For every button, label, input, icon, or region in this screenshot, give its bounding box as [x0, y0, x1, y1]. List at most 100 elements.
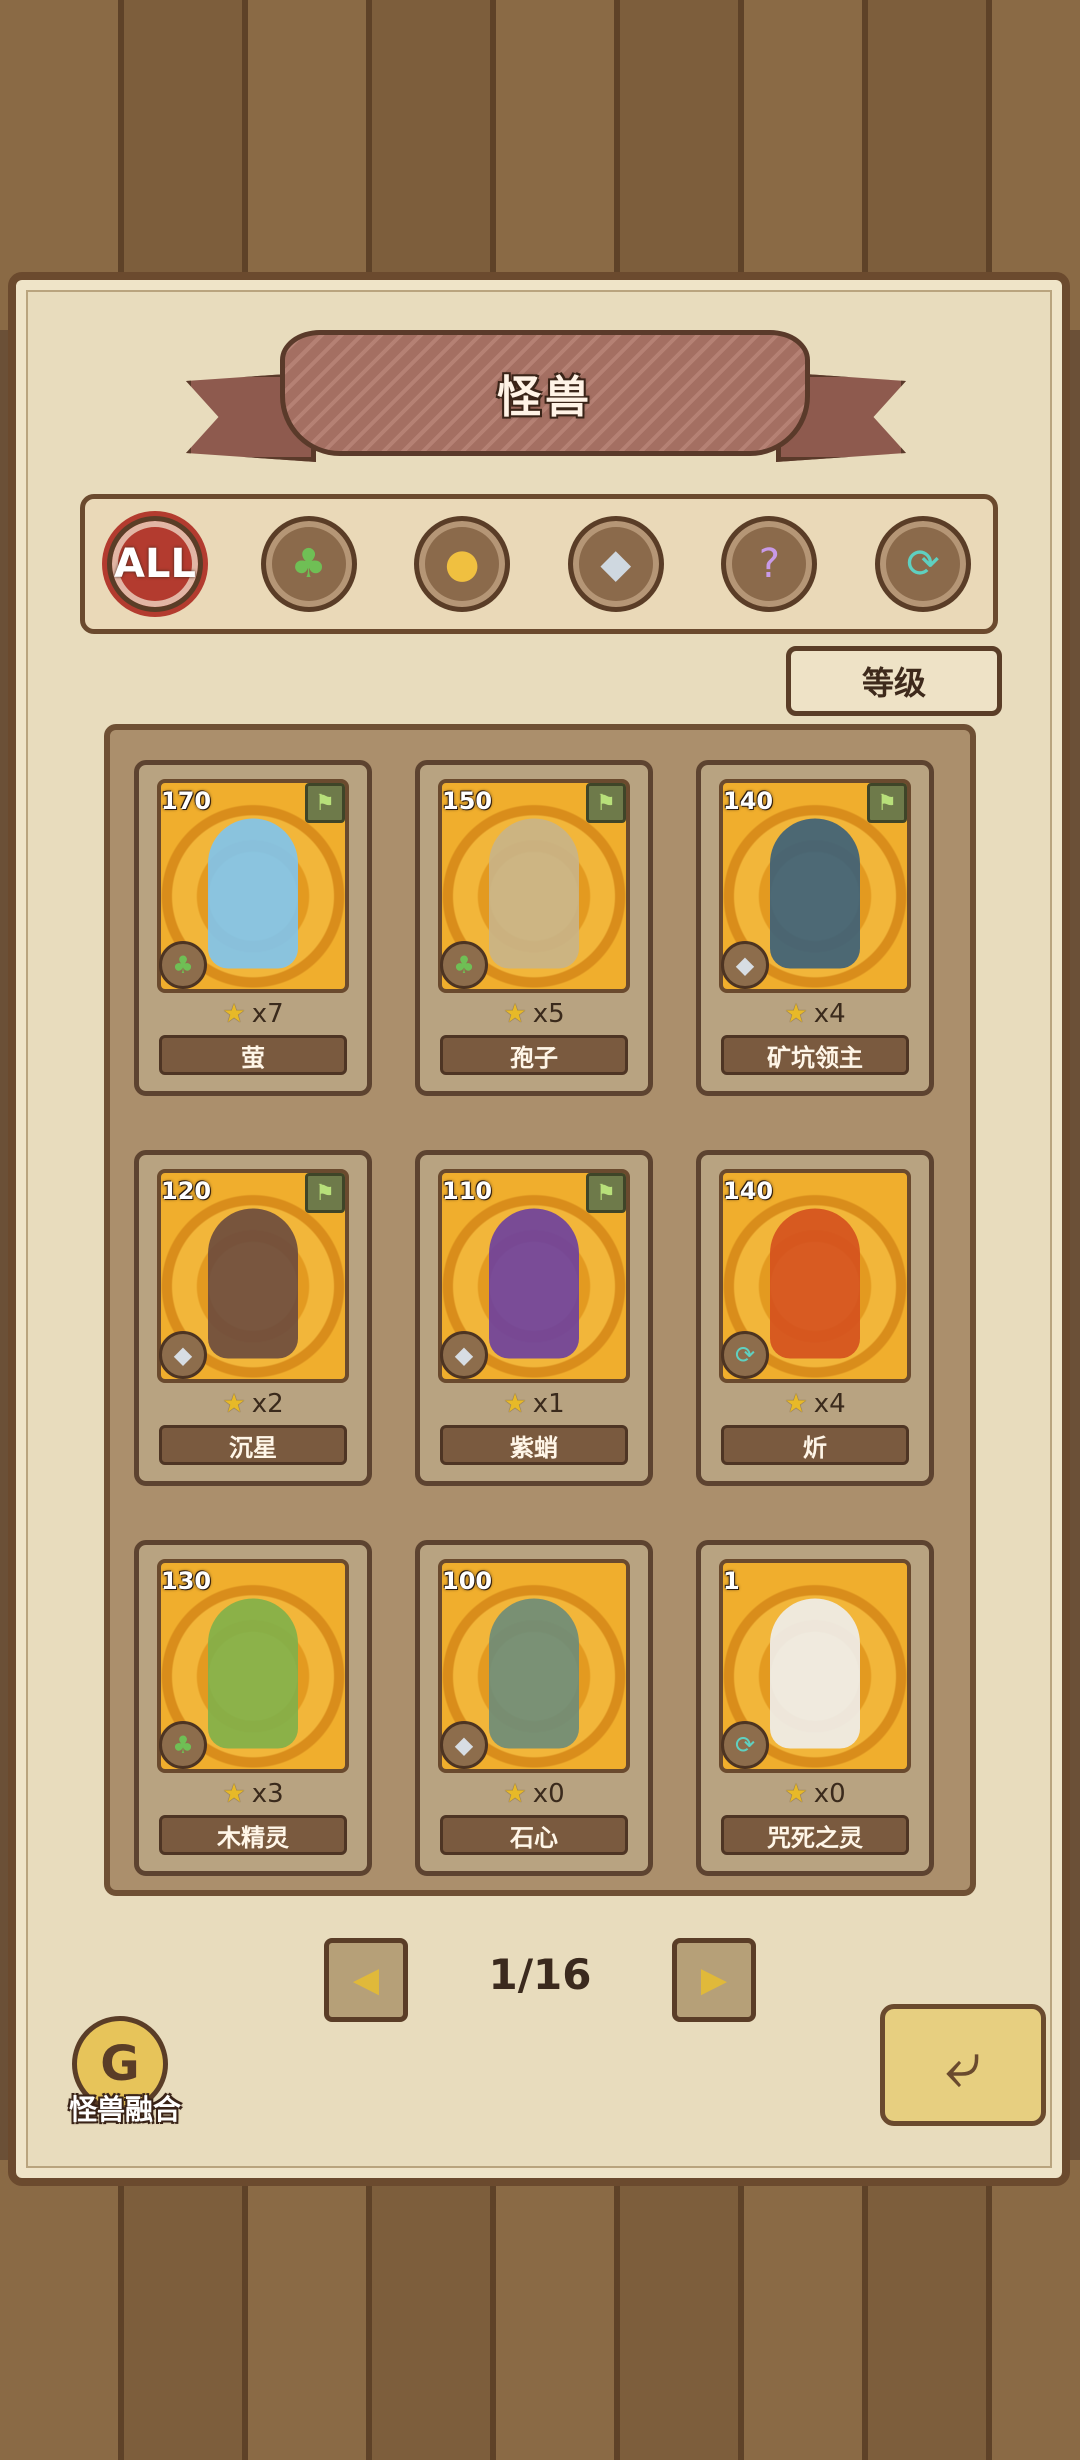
star-icon: ★: [784, 1389, 808, 1419]
leaf-icon: ♣: [290, 541, 327, 587]
filter-all-button[interactable]: ALL: [107, 516, 203, 612]
monster-card[interactable]: 140 ⟳ ★ x4 炘: [696, 1150, 934, 1486]
spiral-icon: ⟳: [721, 1331, 769, 1379]
monster-card[interactable]: 100 ◆ ★ x0 石心: [415, 1540, 653, 1876]
leaf-icon: ♣: [159, 1721, 207, 1769]
monster-name: 炘: [721, 1425, 909, 1465]
prev-page-button[interactable]: ◀: [324, 1938, 408, 2022]
return-arrow-icon: ⤶: [945, 2028, 981, 2102]
filter-bar: ALL ♣ ● ◆ ? ⟳: [80, 494, 998, 634]
monster-figure: [489, 818, 579, 969]
monster-card[interactable]: 120 ⚑ ◆ ★ x2 沉星: [134, 1150, 372, 1486]
fusion-button[interactable]: G 怪兽融合: [50, 2016, 200, 2126]
wood-background-bottom: [0, 2160, 1080, 2460]
monster-card[interactable]: 170 ⚑ ♣ ★ x7 萤: [134, 760, 372, 1096]
paw-icon: ●: [444, 541, 480, 587]
monster-level: 130: [161, 1567, 212, 1595]
monster-name: 沉星: [159, 1425, 347, 1465]
monster-figure: [770, 1208, 860, 1359]
star-icon: ★: [222, 999, 246, 1029]
monster-level: 170: [161, 787, 212, 815]
monster-grid: 170 ⚑ ♣ ★ x7 萤 150 ⚑ ♣ ★ x5 孢子 140 ⚑ ◆ ★ x4 矿坑领主 120 ⚑ ◆ ★ x2 沉…: [104, 724, 976, 1896]
page-indicator: 1/16: [488, 1950, 592, 1999]
title-ribbon: 怪兽: [280, 330, 810, 456]
star-count: ★ x2: [139, 1389, 367, 1419]
flag-icon: ⚑: [586, 1173, 626, 1213]
monster-card[interactable]: 140 ⚑ ◆ ★ x4 矿坑领主: [696, 760, 934, 1096]
monster-level: 140: [723, 1177, 774, 1205]
monster-name: 矿坑领主: [721, 1035, 909, 1075]
filter-unknown-button[interactable]: ?: [721, 516, 818, 612]
monster-name: 紫蛸: [440, 1425, 628, 1465]
star-count-value: x0: [813, 1779, 846, 1809]
crystal-icon: ◆: [440, 1331, 488, 1379]
star-count-value: x4: [813, 1389, 846, 1419]
fusion-label: 怪兽融合: [68, 2093, 181, 2126]
sort-by-level-button[interactable]: 等级: [786, 646, 1002, 716]
star-count-value: x3: [251, 1779, 284, 1809]
monster-level: 110: [442, 1177, 493, 1205]
monster-card[interactable]: 1 ⟳ ★ x0 咒死之灵: [696, 1540, 934, 1876]
flag-icon: ⚑: [867, 783, 907, 823]
leaf-icon: ♣: [159, 941, 207, 989]
monster-name: 咒死之灵: [721, 1815, 909, 1855]
filter-beast-button[interactable]: ●: [414, 516, 511, 612]
flag-icon: ⚑: [305, 783, 345, 823]
star-count: ★ x0: [420, 1779, 648, 1809]
monster-level: 100: [442, 1567, 493, 1595]
star-icon: ★: [503, 1389, 527, 1419]
back-button[interactable]: ⤶: [880, 2004, 1046, 2126]
leaf-icon: ♣: [440, 941, 488, 989]
filter-spiral-button[interactable]: ⟳: [874, 516, 971, 612]
monster-figure: [770, 1598, 860, 1749]
monster-name: 木精灵: [159, 1815, 347, 1855]
triangle-left-icon: ◀: [352, 1960, 380, 2000]
star-count-value: x7: [251, 999, 284, 1029]
next-page-button[interactable]: ▶: [672, 1938, 756, 2022]
star-count: ★ x5: [420, 999, 648, 1029]
star-count-value: x2: [251, 1389, 284, 1419]
crystal-icon: ◆: [600, 541, 632, 587]
monster-level: 1: [723, 1567, 740, 1595]
star-count: ★ x1: [420, 1389, 648, 1419]
star-count: ★ x7: [139, 999, 367, 1029]
monster-name: 孢子: [440, 1035, 628, 1075]
star-icon: ★: [784, 999, 808, 1029]
monster-figure: [489, 1598, 579, 1749]
monster-figure: [489, 1208, 579, 1359]
star-icon: ★: [784, 1779, 808, 1809]
spiral-icon: ⟳: [906, 541, 940, 587]
flag-icon: ⚑: [305, 1173, 345, 1213]
monster-figure: [208, 1598, 298, 1749]
monster-level: 120: [161, 1177, 212, 1205]
monster-card[interactable]: 150 ⚑ ♣ ★ x5 孢子: [415, 760, 653, 1096]
crystal-icon: ◆: [440, 1721, 488, 1769]
filter-leaf-button[interactable]: ♣: [260, 516, 357, 612]
monster-card[interactable]: 110 ⚑ ◆ ★ x1 紫蛸: [415, 1150, 653, 1486]
monster-figure: [770, 818, 860, 969]
monster-level: 140: [723, 787, 774, 815]
monster-card[interactable]: 130 ♣ ★ x3 木精灵: [134, 1540, 372, 1876]
crystal-icon: ◆: [159, 1331, 207, 1379]
star-count-value: x0: [532, 1779, 565, 1809]
spiral-icon: ⟳: [721, 1721, 769, 1769]
monster-name: 石心: [440, 1815, 628, 1855]
star-count-value: x1: [532, 1389, 565, 1419]
star-icon: ★: [222, 1779, 246, 1809]
star-count: ★ x3: [139, 1779, 367, 1809]
star-icon: ★: [222, 1389, 246, 1419]
monster-figure: [208, 1208, 298, 1359]
star-icon: ★: [503, 1779, 527, 1809]
star-count: ★ x4: [701, 1389, 929, 1419]
monster-name: 萤: [159, 1035, 347, 1075]
monster-figure: [208, 818, 298, 969]
crystal-icon: ◆: [721, 941, 769, 989]
monster-level: 150: [442, 787, 493, 815]
triangle-right-icon: ▶: [700, 1960, 728, 2000]
question-icon: ?: [758, 541, 780, 587]
star-count-value: x5: [532, 999, 565, 1029]
flag-icon: ⚑: [586, 783, 626, 823]
all-icon: ALL: [114, 541, 196, 587]
filter-crystal-button[interactable]: ◆: [567, 516, 664, 612]
star-count: ★ x0: [701, 1779, 929, 1809]
